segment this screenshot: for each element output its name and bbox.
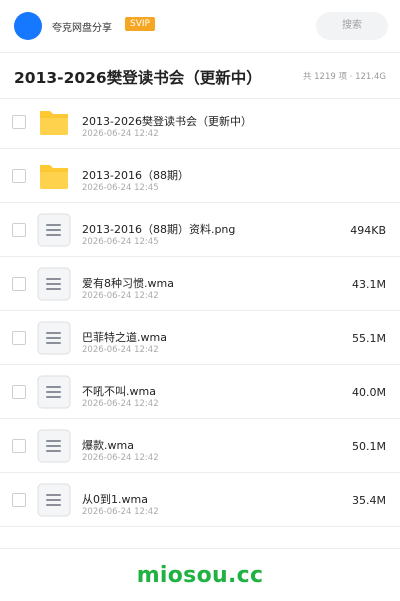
file-name[interactable]: 2013-2016（88期）资料.png (82, 221, 235, 237)
avatar[interactable] (14, 12, 42, 40)
row-checkbox[interactable] (12, 277, 26, 291)
row-checkbox[interactable] (12, 223, 26, 237)
file-size: 494KB (350, 224, 386, 237)
folder-icon (37, 159, 71, 193)
file-icon (37, 429, 71, 463)
search-button[interactable]: 搜索 (316, 12, 388, 40)
folder-icon (37, 105, 71, 139)
row-checkbox[interactable] (12, 115, 26, 129)
file-size: 40.0M (352, 386, 386, 399)
file-row[interactable]: 从0到1.wma 2026-06-24 12:42 35.4M (0, 473, 400, 527)
file-date: 2026-06-24 12:42 (82, 507, 159, 517)
file-row[interactable]: 2013-2016（88期） 2026-06-24 12:45 (0, 149, 400, 203)
file-size: 55.1M (352, 332, 386, 345)
file-row[interactable]: 爱有8种习惯.wma 2026-06-24 12:42 43.1M (0, 257, 400, 311)
file-row[interactable]: 爆款.wma 2026-06-24 12:42 50.1M (0, 419, 400, 473)
file-name[interactable]: 爱有8种习惯.wma (82, 275, 174, 291)
file-date: 2026-06-24 12:42 (82, 453, 159, 463)
share-name: 夸克网盘分享 (52, 23, 112, 34)
file-name[interactable]: 从0到1.wma (82, 491, 148, 507)
file-date: 2026-06-24 12:42 (82, 399, 159, 409)
row-checkbox[interactable] (12, 493, 26, 507)
watermark: miosou.cc (136, 563, 264, 588)
row-checkbox[interactable] (12, 439, 26, 453)
file-row[interactable]: 巴菲特之道.wma 2026-06-24 12:42 55.1M (0, 311, 400, 365)
row-checkbox[interactable] (12, 169, 26, 183)
file-name[interactable]: 巴菲特之道.wma (82, 329, 167, 345)
folder-summary: 共 1219 项 · 121.4G (302, 72, 386, 82)
file-date: 2026-06-24 12:42 (82, 129, 159, 139)
file-icon (37, 267, 71, 301)
file-name[interactable]: 2013-2016（88期） (82, 167, 189, 183)
file-date: 2026-06-24 12:45 (82, 183, 159, 193)
file-row[interactable]: 2013-2026樊登读书会（更新中） 2026-06-24 12:42 (0, 95, 400, 149)
file-icon (37, 321, 71, 355)
file-date: 2026-06-24 12:45 (82, 237, 159, 247)
file-size: 35.4M (352, 494, 386, 507)
page-title: 2013-2026樊登读书会（更新中） (14, 69, 262, 87)
file-name[interactable]: 爆款.wma (82, 437, 134, 453)
svip-badge: SVIP (125, 17, 155, 31)
file-icon (37, 213, 71, 247)
file-size: 43.1M (352, 278, 386, 291)
folder-header: 2013-2026樊登读书会（更新中） 共 1219 项 · 121.4G (0, 53, 400, 99)
top-bar: 夸克网盘分享 SVIP 搜索 (0, 0, 400, 53)
footer: miosou.cc (0, 548, 400, 601)
file-list: 2013-2026樊登读书会（更新中） 2026-06-24 12:42 2013-… (0, 95, 400, 527)
file-name[interactable]: 不吼不叫.wma (82, 383, 156, 399)
file-size: 50.1M (352, 440, 386, 453)
file-date: 2026-06-24 12:42 (82, 345, 159, 355)
file-name[interactable]: 2013-2026樊登读书会（更新中） (82, 113, 252, 129)
file-row[interactable]: 2013-2016（88期）资料.png 2026-06-24 12:45 494K… (0, 203, 400, 257)
file-row[interactable]: 不吼不叫.wma 2026-06-24 12:42 40.0M (0, 365, 400, 419)
row-checkbox[interactable] (12, 331, 26, 345)
file-icon (37, 483, 71, 517)
file-icon (37, 375, 71, 409)
row-checkbox[interactable] (12, 385, 26, 399)
file-date: 2026-06-24 12:42 (82, 291, 159, 301)
